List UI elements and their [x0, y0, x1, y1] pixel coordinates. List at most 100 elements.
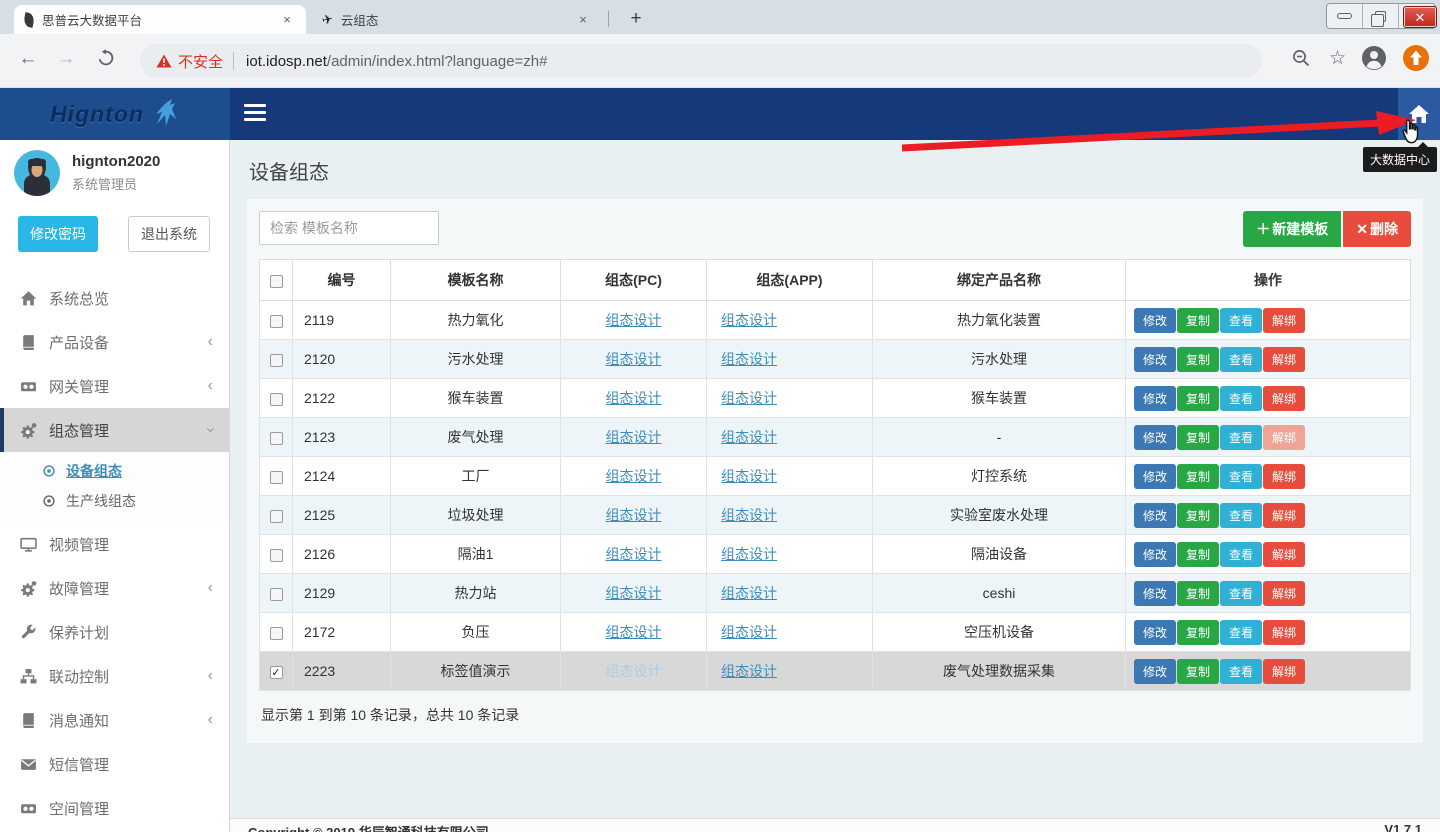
logout-button[interactable]: 退出系统	[128, 216, 210, 252]
sidebar-menu-item[interactable]: 联动控制‹	[0, 654, 229, 698]
app-design-link[interactable]: 组态设计	[721, 429, 777, 445]
app-design-link[interactable]: 组态设计	[721, 351, 777, 367]
profile-avatar-icon[interactable]	[1360, 44, 1388, 72]
sidebar-submenu-item[interactable]: 生产线组态	[0, 486, 229, 516]
sidebar-submenu-item[interactable]: 设备组态	[0, 456, 229, 486]
modify-button[interactable]: 修改	[1134, 620, 1176, 645]
unbind-button[interactable]: 解绑	[1263, 542, 1305, 567]
view-button[interactable]: 查看	[1220, 425, 1262, 450]
new-tab-button[interactable]: +	[622, 5, 650, 33]
sidebar-menu-item[interactable]: 空间管理	[0, 786, 229, 830]
unbind-button[interactable]: 解绑	[1263, 620, 1305, 645]
app-design-link[interactable]: 组态设计	[721, 507, 777, 523]
restore-button[interactable]	[1363, 4, 1399, 28]
view-button[interactable]: 查看	[1220, 503, 1262, 528]
unbind-button[interactable]: 解绑	[1263, 659, 1305, 684]
close-highlight-icon[interactable]: ✕	[1403, 6, 1437, 28]
copy-button[interactable]: 复制	[1177, 347, 1219, 372]
view-button[interactable]: 查看	[1220, 542, 1262, 567]
sidebar-menu-item[interactable]: 视频管理	[0, 522, 229, 566]
pc-design-link[interactable]: 组态设计	[606, 351, 662, 367]
unbind-button[interactable]: 解绑	[1263, 464, 1305, 489]
zoom-icon[interactable]	[1287, 44, 1315, 72]
modify-button[interactable]: 修改	[1134, 386, 1176, 411]
reload-button[interactable]	[92, 49, 120, 73]
modify-button[interactable]: 修改	[1134, 503, 1176, 528]
copy-button[interactable]: 复制	[1177, 464, 1219, 489]
back-button[interactable]: ←	[14, 48, 42, 70]
tab-close-icon[interactable]: ×	[574, 11, 592, 29]
app-design-link[interactable]: 组态设计	[721, 585, 777, 601]
modify-button[interactable]: 修改	[1134, 581, 1176, 606]
delete-button[interactable]: ✕删除	[1343, 211, 1411, 247]
copy-button[interactable]: 复制	[1177, 620, 1219, 645]
pc-design-link[interactable]: 组态设计	[606, 585, 662, 601]
select-all-checkbox[interactable]	[270, 275, 283, 288]
row-checkbox[interactable]	[270, 588, 283, 601]
copy-button[interactable]: 复制	[1177, 503, 1219, 528]
modify-button[interactable]: 修改	[1134, 308, 1176, 333]
copy-button[interactable]: 复制	[1177, 581, 1219, 606]
sidebar-menu-item[interactable]: 网关管理‹	[0, 364, 229, 408]
tab-inactive[interactable]: ✈ 云组态 ×	[312, 5, 602, 34]
row-checkbox[interactable]	[270, 627, 283, 640]
change-password-button[interactable]: 修改密码	[18, 216, 98, 252]
bookmark-star-icon[interactable]: ☆	[1329, 47, 1346, 70]
row-checkbox[interactable]	[270, 354, 283, 367]
sidebar-menu-item[interactable]: 故障管理‹	[0, 566, 229, 610]
unbind-button[interactable]: 解绑	[1263, 308, 1305, 333]
app-design-link[interactable]: 组态设计	[721, 390, 777, 406]
view-button[interactable]: 查看	[1220, 347, 1262, 372]
tab-active[interactable]: 思普云大数据平台 ×	[14, 5, 306, 34]
datacenter-home-button[interactable]	[1398, 88, 1440, 140]
unbind-button[interactable]: 解绑	[1263, 347, 1305, 372]
copy-button[interactable]: 复制	[1177, 386, 1219, 411]
pc-design-link[interactable]: 组态设计	[606, 546, 662, 562]
unbind-button[interactable]: 解绑	[1263, 425, 1305, 450]
unbind-button[interactable]: 解绑	[1263, 503, 1305, 528]
address-bar[interactable]: 不安全 iot.idosp.net /admin/index.html?lang…	[140, 44, 1262, 78]
sidebar-menu-item[interactable]: 短信管理	[0, 742, 229, 786]
row-checkbox[interactable]	[270, 549, 283, 562]
sidebar-menu-item[interactable]: 产品设备‹	[0, 320, 229, 364]
modify-button[interactable]: 修改	[1134, 542, 1176, 567]
search-input[interactable]	[259, 211, 439, 245]
app-design-link[interactable]: 组态设计	[721, 624, 777, 640]
sidebar-menu-item[interactable]: 系统总览	[0, 276, 229, 320]
copy-button[interactable]: 复制	[1177, 425, 1219, 450]
browser-update-icon[interactable]	[1402, 44, 1430, 72]
view-button[interactable]: 查看	[1220, 308, 1262, 333]
minimize-button[interactable]	[1327, 4, 1363, 28]
view-button[interactable]: 查看	[1220, 386, 1262, 411]
app-design-link[interactable]: 组态设计	[721, 663, 777, 679]
hamburger-menu-icon[interactable]	[244, 104, 266, 125]
pc-design-link[interactable]: 组态设计	[606, 312, 662, 328]
copy-button[interactable]: 复制	[1177, 542, 1219, 567]
unbind-button[interactable]: 解绑	[1263, 386, 1305, 411]
view-button[interactable]: 查看	[1220, 581, 1262, 606]
sidebar-menu-item[interactable]: 消息通知‹	[0, 698, 229, 742]
modify-button[interactable]: 修改	[1134, 464, 1176, 489]
pc-design-link[interactable]: 组态设计	[606, 390, 662, 406]
row-checkbox[interactable]	[270, 510, 283, 523]
row-checkbox[interactable]	[270, 432, 283, 445]
new-template-button[interactable]: ＋新建模板	[1243, 211, 1341, 247]
modify-button[interactable]: 修改	[1134, 347, 1176, 372]
unbind-button[interactable]: 解绑	[1263, 581, 1305, 606]
view-button[interactable]: 查看	[1220, 620, 1262, 645]
pc-design-link[interactable]: 组态设计	[606, 429, 662, 445]
modify-button[interactable]: 修改	[1134, 425, 1176, 450]
row-checkbox[interactable]	[270, 393, 283, 406]
sidebar-menu-item[interactable]: 组态管理‹	[0, 408, 229, 452]
app-design-link[interactable]: 组态设计	[721, 468, 777, 484]
modify-button[interactable]: 修改	[1134, 659, 1176, 684]
pc-design-link[interactable]: 组态设计	[606, 507, 662, 523]
app-design-link[interactable]: 组态设计	[721, 546, 777, 562]
copy-button[interactable]: 复制	[1177, 308, 1219, 333]
pc-design-link[interactable]: 组态设计	[606, 663, 662, 679]
row-checkbox[interactable]	[270, 315, 283, 328]
row-checkbox[interactable]	[270, 471, 283, 484]
copy-button[interactable]: 复制	[1177, 659, 1219, 684]
tab-close-icon[interactable]: ×	[278, 11, 296, 29]
view-button[interactable]: 查看	[1220, 464, 1262, 489]
